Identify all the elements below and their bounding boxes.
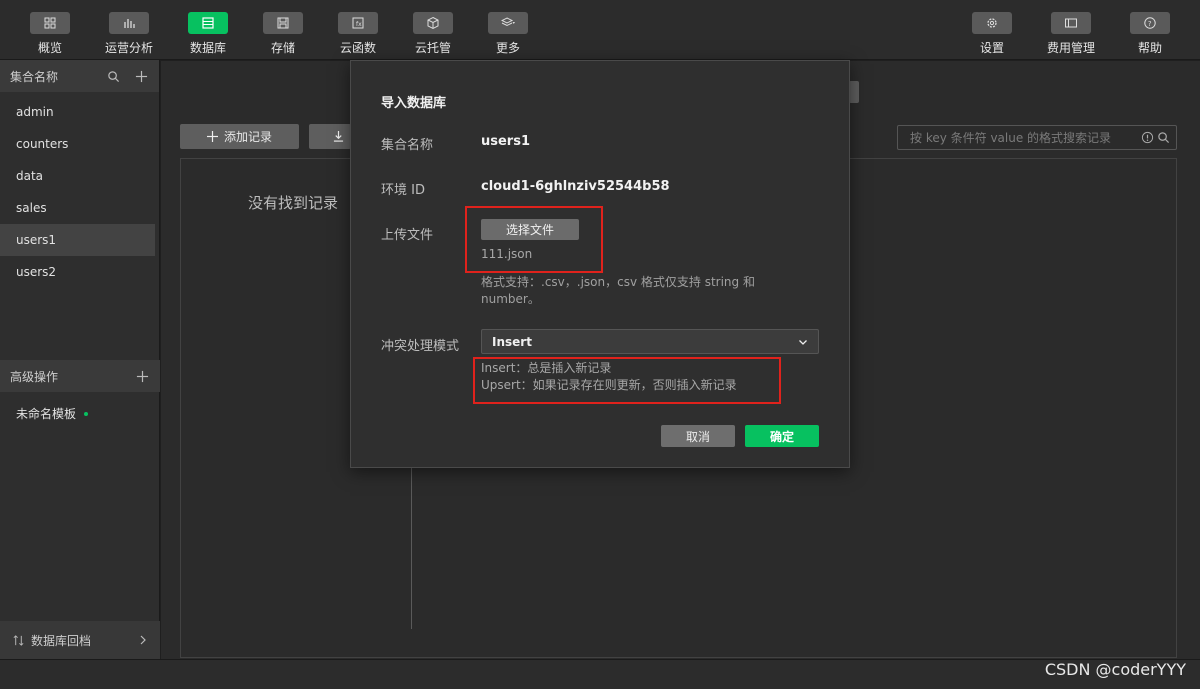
advanced-section: 高级操作 未命名模板 <box>0 360 160 430</box>
toolbar-label: 设置 <box>979 41 1004 55</box>
env-value: cloud1-6ghlnziv52544b58 <box>481 179 670 194</box>
toolbar-label: 概览 <box>37 41 62 55</box>
confirm-button[interactable]: 确定 <box>745 425 819 447</box>
conflict-mode-select[interactable]: Insert <box>481 329 819 354</box>
sidebar: 集合名称 admin counters data sales users1 us… <box>0 60 160 659</box>
toolbar-overview[interactable]: 概览 <box>20 12 80 56</box>
cancel-button[interactable]: 取消 <box>661 425 735 447</box>
add-record-button[interactable]: 添加记录 <box>180 124 299 149</box>
record-search-box[interactable] <box>897 125 1177 150</box>
toolbar-help[interactable]: ? 帮助 <box>1120 12 1180 56</box>
highlight-box <box>465 206 603 273</box>
gear-icon <box>972 12 1012 34</box>
collection-item-data[interactable]: data <box>0 160 155 192</box>
chevron-right-icon <box>138 635 148 645</box>
format-hint: 格式支持：.csv，.json，csv 格式仅支持 string 和 numbe… <box>481 275 755 306</box>
template-item[interactable]: 未命名模板 <box>0 398 160 430</box>
collections-header: 集合名称 <box>0 60 159 92</box>
toolbar-label: 帮助 <box>1137 41 1162 55</box>
advanced-header: 高级操作 <box>0 360 160 392</box>
svg-text:fx: fx <box>356 21 362 28</box>
save-icon <box>263 12 303 34</box>
grid-icon <box>30 12 70 34</box>
rollback-label: 数据库回档 <box>31 633 92 648</box>
add-template-icon[interactable] <box>134 368 150 384</box>
database-rollback-button[interactable]: 数据库回档 <box>0 621 160 659</box>
toolbar-label: 存储 <box>270 41 295 55</box>
template-label: 未命名模板 <box>16 407 77 421</box>
function-icon: fx <box>338 12 378 34</box>
toolbar-label: 更多 <box>495 41 520 55</box>
add-record-label: 添加记录 <box>223 130 272 144</box>
search-input[interactable] <box>908 129 1137 146</box>
status-dot <box>84 412 89 416</box>
toolbar-more[interactable]: 更多 <box>478 12 538 56</box>
chevron-down-icon <box>798 337 808 347</box>
empty-state-text: 没有找到记录 <box>248 194 339 212</box>
toolbar-label: 数据库 <box>189 41 226 55</box>
billing-icon <box>1051 12 1091 34</box>
collection-label: 集合名称 <box>381 138 434 153</box>
search-icon[interactable] <box>1157 131 1170 144</box>
collection-list: admin counters data sales users1 users2 <box>0 92 159 288</box>
collection-item-users1[interactable]: users1 <box>0 224 155 256</box>
toolbar-label: 运营分析 <box>104 41 153 55</box>
bar-chart-icon <box>109 12 149 34</box>
toolbar-label: 费用管理 <box>1046 41 1095 55</box>
toolbar-label: 云托管 <box>414 41 451 55</box>
dialog-title: 导入数据库 <box>381 96 447 111</box>
collection-item-admin[interactable]: admin <box>0 96 155 128</box>
collection-item-counters[interactable]: counters <box>0 128 155 160</box>
toolbar-database[interactable]: 数据库 <box>178 12 238 56</box>
highlight-box <box>473 357 781 404</box>
toolbar-cloud-function[interactable]: fx 云函数 <box>328 12 388 56</box>
toolbar-cloud-hosting[interactable]: 云托管 <box>403 12 463 56</box>
help-icon: ? <box>1130 12 1170 34</box>
toolbar-storage[interactable]: 存储 <box>253 12 313 56</box>
upload-label: 上传文件 <box>381 228 434 243</box>
conflict-label: 冲突处理模式 <box>381 339 460 354</box>
plus-icon <box>206 131 218 142</box>
import-database-dialog: 导入数据库 集合名称 users1 环境 ID cloud1-6ghlnziv5… <box>350 60 850 468</box>
toolbar-label: 云函数 <box>339 41 376 55</box>
add-collection-icon[interactable] <box>133 68 149 84</box>
search-icon[interactable] <box>105 68 121 84</box>
toolbar-billing[interactable]: 费用管理 <box>1041 12 1101 56</box>
import-button[interactable] <box>309 124 351 149</box>
toolbar-analytics[interactable]: 运营分析 <box>99 12 159 56</box>
layers-icon <box>488 12 528 34</box>
cube-icon <box>413 12 453 34</box>
collection-item-sales[interactable]: sales <box>0 192 155 224</box>
toolbar-toggle[interactable] <box>849 81 859 103</box>
collections-title: 集合名称 <box>10 69 59 84</box>
advanced-title: 高级操作 <box>10 369 59 384</box>
top-toolbar: 概览 运营分析 数据库 存储 fx 云函数 云托管 更多 设置 费用管理 ? 帮… <box>0 0 1200 60</box>
toolbar-settings[interactable]: 设置 <box>962 12 1022 56</box>
svg-text:?: ? <box>1148 20 1152 28</box>
database-icon <box>188 12 228 34</box>
watermark: CSDN @coderYYY <box>1044 660 1186 679</box>
rollback-icon <box>12 634 25 647</box>
info-icon[interactable] <box>1141 131 1154 144</box>
collection-value: users1 <box>481 134 531 149</box>
divider <box>411 467 412 629</box>
conflict-mode-value: Insert <box>492 334 532 349</box>
status-bar <box>0 659 1200 689</box>
collection-item-users2[interactable]: users2 <box>0 256 155 288</box>
download-icon <box>333 131 344 142</box>
env-label: 环境 ID <box>381 183 425 198</box>
